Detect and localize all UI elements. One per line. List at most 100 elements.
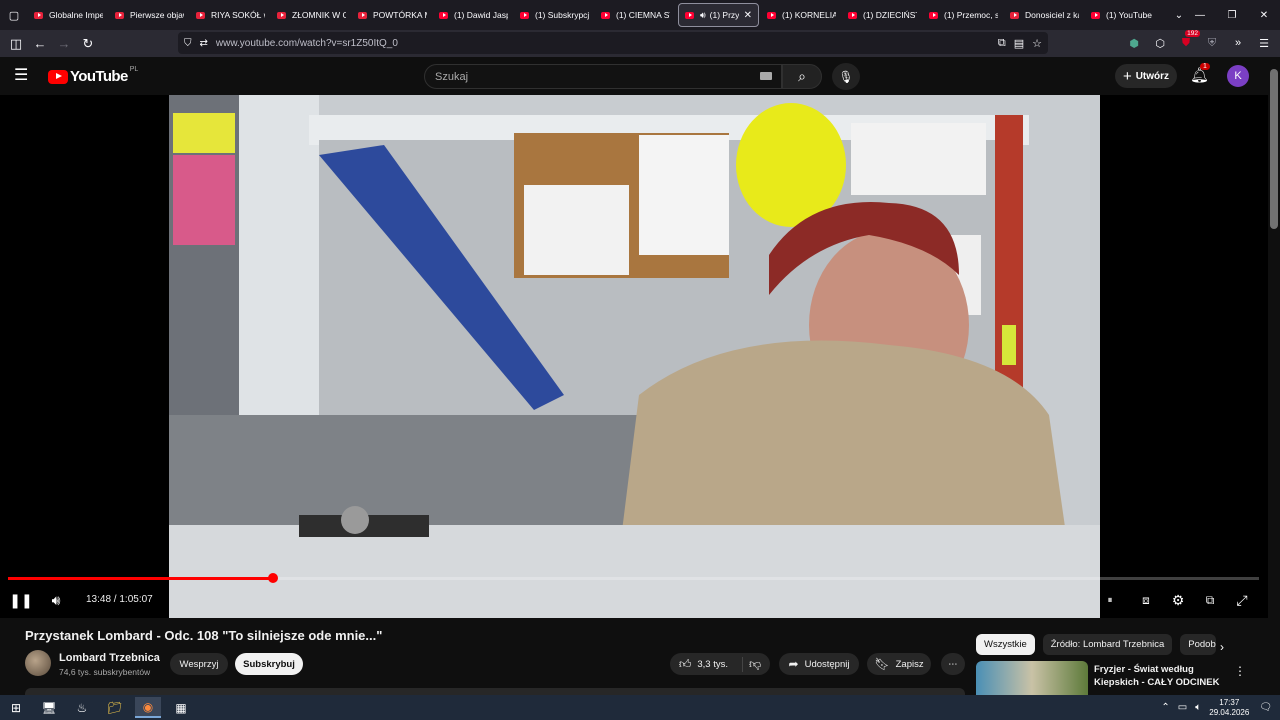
youtube-play-logo-icon — [48, 69, 68, 84]
recommendation-thumbnail[interactable] — [976, 661, 1088, 695]
channel-name[interactable]: Lombard Trzebnica — [59, 652, 160, 664]
ublock-icon[interactable]: ⛊ 192 — [1176, 30, 1200, 53]
scrollbar-thumb[interactable] — [1270, 69, 1278, 229]
pause-icon: ❚❚ — [9, 591, 33, 608]
progress-bar[interactable] — [8, 573, 1259, 583]
reload-icon[interactable]: ↻ — [76, 32, 100, 56]
dislike-button[interactable]: 👎︎ — [749, 657, 761, 672]
tab-audio-icon[interactable]: 🔊︎ — [700, 10, 706, 21]
youtube-favicon-icon — [520, 11, 529, 19]
browser-tab[interactable]: (1) KORNELIA — [761, 0, 842, 30]
mute-button[interactable]: 🔊︎ — [44, 587, 68, 613]
youtube-favicon-icon — [1010, 11, 1019, 19]
like-button[interactable]: 👍︎ 3,3 tys. — [679, 656, 743, 672]
browser-tab[interactable]: Pierwsze objaw — [109, 0, 190, 30]
youtube-logo[interactable]: YouTube PL — [48, 66, 139, 85]
browser-tab[interactable]: (1) DZIECIŃSTW — [842, 0, 923, 30]
browser-tab[interactable]: ZŁOMNIK W C — [271, 0, 352, 30]
desktop-computer-icon[interactable]: 🖥︎ — [36, 697, 62, 718]
description-box[interactable] — [25, 688, 965, 695]
bookmark-star-icon[interactable]: ☆ — [1032, 37, 1042, 50]
tab-overview-icon[interactable]: ▢ — [0, 3, 28, 27]
forward-icon[interactable]: → — [52, 32, 76, 56]
clock-date: 29.04.2026 — [1209, 707, 1250, 717]
youtube-masthead: ☰ YouTube PL Szukaj ⌕ 🎙︎ + Utwórz 🔔︎ 1 K — [0, 57, 1268, 95]
browser-tab[interactable]: Donosiciel z ka — [1004, 0, 1085, 30]
clock[interactable]: 17:37 29.04.2026 — [1209, 698, 1249, 718]
file-explorer-icon[interactable]: 📁︎ — [102, 697, 128, 718]
chip-similar[interactable]: Podob — [1180, 634, 1217, 655]
browser-tab[interactable]: (1) Dawid Jasp — [433, 0, 514, 30]
sidebar-toggle-icon[interactable]: ◫ — [4, 32, 28, 56]
account-avatar[interactable]: K — [1227, 65, 1249, 87]
calculator-icon[interactable]: ▦ — [168, 697, 194, 718]
browser-tab[interactable]: 🔊︎ (1) Przy ✕ — [678, 3, 759, 27]
create-button[interactable]: + Utwórz — [1115, 64, 1177, 88]
search-icon: ⌕ — [798, 68, 806, 84]
chips-next-chevron-icon[interactable]: › — [1220, 640, 1224, 654]
browser-tab[interactable]: Globalne Impe — [28, 0, 109, 30]
autoplay-toggle[interactable]: ⏸ — [1100, 587, 1120, 613]
restore-icon[interactable]: ❐ — [1216, 0, 1248, 30]
firefox-icon[interactable]: ◉ — [135, 697, 161, 718]
browser-tab-label: (1) Dawid Jasp — [454, 10, 508, 20]
video-frame[interactable] — [169, 95, 1100, 618]
theater-mode-button[interactable]: ⧉ — [1198, 587, 1222, 613]
browser-tab[interactable]: (1) Przemoc, s — [923, 0, 1004, 30]
search-input[interactable]: Szukaj — [424, 64, 782, 89]
more-actions-button[interactable]: ⋯ — [941, 653, 965, 675]
permissions-icon[interactable]: ⇄ — [200, 38, 208, 49]
reader-view-icon[interactable]: ▤ — [1014, 37, 1024, 50]
shield-icon[interactable]: ⛉ — [184, 38, 192, 49]
url-text[interactable]: www.youtube.com/watch?v=sr1Z50ItQ_0 — [216, 38, 398, 49]
fullscreen-button[interactable]: ⤢ — [1230, 587, 1254, 613]
chip-all[interactable]: Wszystkie — [976, 634, 1035, 655]
fullscreen-icon: ⤢ — [1236, 591, 1248, 608]
browser-tab-strip: ▢ Globalne Impe Pierwsze objaw RIYA SOKÓŁ … — [0, 0, 1280, 30]
youtube-region-label: PL — [129, 66, 139, 73]
page-scrollbar[interactable] — [1268, 57, 1280, 695]
picture-in-picture-icon[interactable]: ⧉ — [998, 37, 1006, 50]
network-icon[interactable]: ▭ — [1178, 702, 1187, 713]
browser-tab[interactable]: POWTÓRKA M — [352, 0, 433, 30]
guide-menu-icon[interactable]: ☰ — [14, 67, 32, 85]
close-tab-icon[interactable]: ✕ — [741, 10, 752, 21]
browser-tab[interactable]: RIYA SOKÓŁ w — [190, 0, 271, 30]
back-icon[interactable]: ← — [28, 32, 52, 56]
subtitles-button[interactable]: ⧈ — [1134, 587, 1158, 613]
url-bar[interactable]: ⛉ ⇄ www.youtube.com/watch?v=sr1Z50ItQ_0 … — [178, 32, 1048, 54]
browser-tab-label: (1) CIEMNA ST — [616, 10, 670, 20]
settings-button[interactable]: ⚙ — [1166, 587, 1190, 613]
browser-tab[interactable]: (1) CIEMNA ST — [595, 0, 676, 30]
browser-tab[interactable]: (1) YouTube — [1085, 0, 1166, 30]
support-button[interactable]: Wesprzyj — [170, 653, 228, 675]
overflow-chevron-icon[interactable]: » — [1228, 33, 1248, 53]
extensions-icon[interactable]: ⬡ — [1150, 33, 1170, 53]
search-button[interactable]: ⌕ — [782, 64, 822, 89]
recommendation-more-icon[interactable]: ⋮ — [1234, 664, 1246, 678]
tray-overflow-icon[interactable]: ⌃ — [1161, 702, 1169, 713]
save-button[interactable]: 🔖︎ Zapisz — [867, 653, 931, 675]
video-player[interactable]: ❚❚ 🔊︎ 13:48 / 1:05:07 ⏸ ⧈ ⚙ ⧉ ⤢ — [0, 95, 1268, 618]
notifications-button[interactable]: 🔔︎ 1 — [1190, 63, 1210, 84]
share-button[interactable]: ➦ Udostępnij — [779, 653, 859, 675]
chip-source-channel[interactable]: Źródło: Lombard Trzebnica — [1042, 634, 1173, 655]
minimize-icon[interactable]: — — [1184, 0, 1216, 30]
vpn-extension-icon[interactable]: ⬢ — [1124, 33, 1144, 53]
video-still-image — [169, 95, 1100, 618]
voice-search-button[interactable]: 🎙︎ — [832, 63, 860, 90]
steam-icon[interactable]: ♨ — [69, 697, 95, 718]
close-window-icon[interactable]: ✕ — [1248, 0, 1280, 30]
speaker-icon[interactable]: 🔈︎ — [1195, 702, 1201, 713]
pause-button[interactable]: ❚❚ — [9, 587, 33, 613]
save-label: Zapisz — [895, 658, 924, 670]
subscribe-button[interactable]: Subskrybuj — [235, 653, 303, 675]
notification-center-icon[interactable]: 🗨︎ — [1259, 702, 1272, 713]
browser-tab[interactable]: (1) Subskrypcje — [514, 0, 595, 30]
keyboard-icon[interactable] — [760, 72, 772, 80]
privacy-badger-icon[interactable]: ⛨ — [1202, 33, 1222, 53]
app-menu-icon[interactable]: ☰ — [1254, 33, 1274, 53]
windows-start-icon[interactable]: ⊞ — [3, 697, 29, 718]
microphone-icon: 🎙︎ — [838, 69, 854, 84]
channel-avatar[interactable] — [25, 650, 51, 676]
